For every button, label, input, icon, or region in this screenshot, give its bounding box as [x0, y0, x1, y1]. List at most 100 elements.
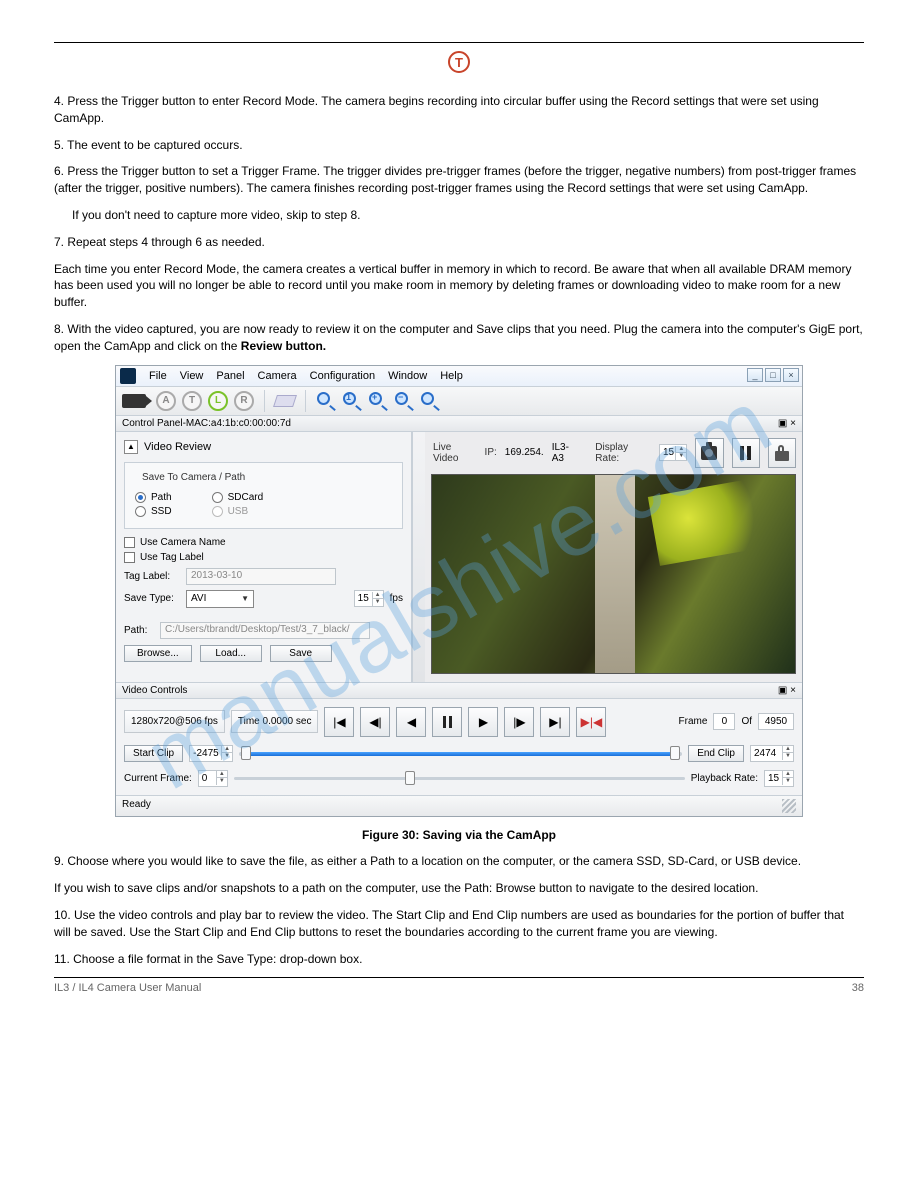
menu-help[interactable]: Help: [440, 370, 463, 382]
control-panel-header: Control Panel-MAC:a4:1b:c0:00:00:7d ▣ ×: [116, 416, 802, 432]
pause-live-button[interactable]: [732, 438, 760, 468]
current-frame-value[interactable]: 0▲▼: [198, 770, 228, 787]
radio-path[interactable]: Path: [135, 492, 172, 503]
undock-vc-icon[interactable]: ▣: [778, 685, 787, 696]
goto-end-button[interactable]: ▶|: [540, 707, 570, 737]
save-type-dropdown[interactable]: AVI▼: [186, 590, 254, 608]
maximize-button[interactable]: □: [765, 368, 781, 382]
browse-button[interactable]: Browse...: [124, 645, 192, 662]
lock-icon: [775, 445, 789, 461]
menu-window[interactable]: Window: [388, 370, 427, 382]
step-forward-button[interactable]: |▶: [504, 707, 534, 737]
menubar: File View Panel Camera Configuration Win…: [116, 366, 802, 387]
step-7b: Each time you enter Record Mode, the cam…: [54, 261, 864, 311]
end-clip-button[interactable]: End Clip: [688, 745, 744, 762]
step-9a: 9. Choose where you would like to save t…: [54, 853, 864, 870]
toolbar-separator: [305, 390, 306, 412]
radio-sdcard[interactable]: SDCard: [212, 492, 264, 503]
time-info: Time 0.0000 sec: [231, 710, 319, 733]
radio-ssd[interactable]: SSD: [135, 506, 172, 517]
radio-usb: USB: [212, 506, 249, 517]
path-input[interactable]: C:/Users/tbrandt/Desktop/Test/3_7_black/: [160, 622, 370, 639]
video-controls-panel: Video Controls ▣ × 1280x720@506 fps Time…: [116, 682, 802, 795]
menu-camera[interactable]: Camera: [258, 370, 297, 382]
menu-view[interactable]: View: [180, 370, 204, 382]
footer-left: IL3 / IL4 Camera User Manual: [54, 982, 201, 994]
step-5: 5. The event to be captured occurs.: [54, 137, 864, 154]
ip-value: 169.254.: [505, 447, 544, 458]
step-back-button[interactable]: ◀|: [360, 707, 390, 737]
zoom-in-icon[interactable]: +: [368, 391, 388, 411]
of-label: Of: [741, 716, 752, 727]
lock-button[interactable]: [768, 438, 796, 468]
start-clip-button[interactable]: Start Clip: [124, 745, 183, 762]
save-button[interactable]: Save: [270, 645, 332, 662]
pause-button[interactable]: [432, 707, 462, 737]
close-vc-icon[interactable]: ×: [790, 685, 796, 696]
arm-button[interactable]: A: [156, 391, 176, 411]
scrollbar[interactable]: [412, 432, 425, 682]
minimize-button[interactable]: _: [747, 368, 763, 382]
playback-rate-value[interactable]: 15▲▼: [764, 770, 794, 787]
status-text: Ready: [122, 799, 151, 813]
total-frames: 4950: [758, 713, 794, 730]
review-button[interactable]: R: [234, 391, 254, 411]
end-clip-value[interactable]: 2474▲▼: [750, 745, 794, 762]
step-8b: Review button.: [241, 339, 326, 353]
zoom-fit-icon[interactable]: [316, 391, 336, 411]
playback-slider[interactable]: [234, 773, 685, 783]
figure-caption: Figure 30: Saving via the CamApp: [54, 827, 864, 844]
control-panel-title: Control Panel-MAC:a4:1b:c0:00:00:7d: [122, 418, 291, 429]
video-controls-title: Video Controls: [122, 685, 187, 696]
frame-label: Frame: [679, 716, 708, 727]
tag-label-label: Tag Label:: [124, 571, 180, 582]
statusbar: Ready: [116, 795, 802, 816]
step-8a: 8. With the video captured, you are now …: [54, 322, 863, 353]
zoom-out-icon[interactable]: −: [394, 391, 414, 411]
ip-label: IP:: [485, 447, 497, 458]
trigger-button[interactable]: T: [182, 391, 202, 411]
live-button[interactable]: L: [208, 391, 228, 411]
load-button[interactable]: Load...: [200, 645, 262, 662]
step-10: 10. Use the video controls and play bar …: [54, 907, 864, 941]
toolbar-separator: [264, 390, 265, 412]
menu-file[interactable]: File: [149, 370, 167, 382]
path-label: Path:: [124, 625, 154, 636]
step-4: 4. Press the Trigger button to enter Rec…: [54, 93, 864, 127]
goto-trigger-button[interactable]: ▶|◀: [576, 707, 606, 737]
live-video-label: Live Video: [433, 442, 477, 464]
use-tag-label-check[interactable]: Use Tag Label: [124, 552, 403, 563]
goto-start-button[interactable]: |◀: [324, 707, 354, 737]
undock-icon[interactable]: ▣: [778, 418, 787, 429]
toolbar: A T L R 1 + −: [116, 387, 802, 416]
resize-grip[interactable]: [782, 799, 796, 813]
snapshot-button[interactable]: [695, 438, 723, 468]
close-panel-icon[interactable]: ×: [790, 418, 796, 429]
camera-icon[interactable]: [122, 394, 146, 408]
step-6b: If you don't need to capture more video,…: [72, 207, 864, 224]
start-clip-value[interactable]: -2475▲▼: [189, 745, 233, 762]
eraser-icon[interactable]: [273, 395, 297, 407]
current-frame-label: Current Frame:: [124, 773, 192, 784]
frame-value[interactable]: 0: [713, 713, 735, 730]
zoom-region-icon[interactable]: [420, 391, 440, 411]
menu-configuration[interactable]: Configuration: [310, 370, 375, 382]
document-text-lower: Figure 30: Saving via the CamApp 9. Choo…: [54, 827, 864, 968]
fps-spinner[interactable]: 15▲▼: [354, 590, 384, 607]
clip-slider[interactable]: [239, 748, 682, 758]
close-button[interactable]: ×: [783, 368, 799, 382]
zoom-actual-icon[interactable]: 1: [342, 391, 362, 411]
play-reverse-button[interactable]: ◀: [396, 707, 426, 737]
document-text: 4. Press the Trigger button to enter Rec…: [54, 93, 864, 355]
fps-suffix: fps: [390, 593, 403, 604]
save-type-label: Save Type:: [124, 593, 180, 604]
collapse-icon[interactable]: ▲: [124, 440, 138, 454]
video-review-label: Video Review: [144, 441, 211, 453]
live-video-pane: Live Video IP: 169.254. IL3-A3 Display R…: [425, 432, 802, 682]
menu-panel[interactable]: Panel: [216, 370, 244, 382]
play-button[interactable]: ▶: [468, 707, 498, 737]
use-camera-name-check[interactable]: Use Camera Name: [124, 537, 403, 548]
display-rate-spinner[interactable]: 15▲▼: [659, 444, 687, 461]
control-panel: ▲ Video Review Save To Camera / Path Pat…: [116, 432, 412, 682]
tag-label-input[interactable]: 2013-03-10: [186, 568, 336, 585]
